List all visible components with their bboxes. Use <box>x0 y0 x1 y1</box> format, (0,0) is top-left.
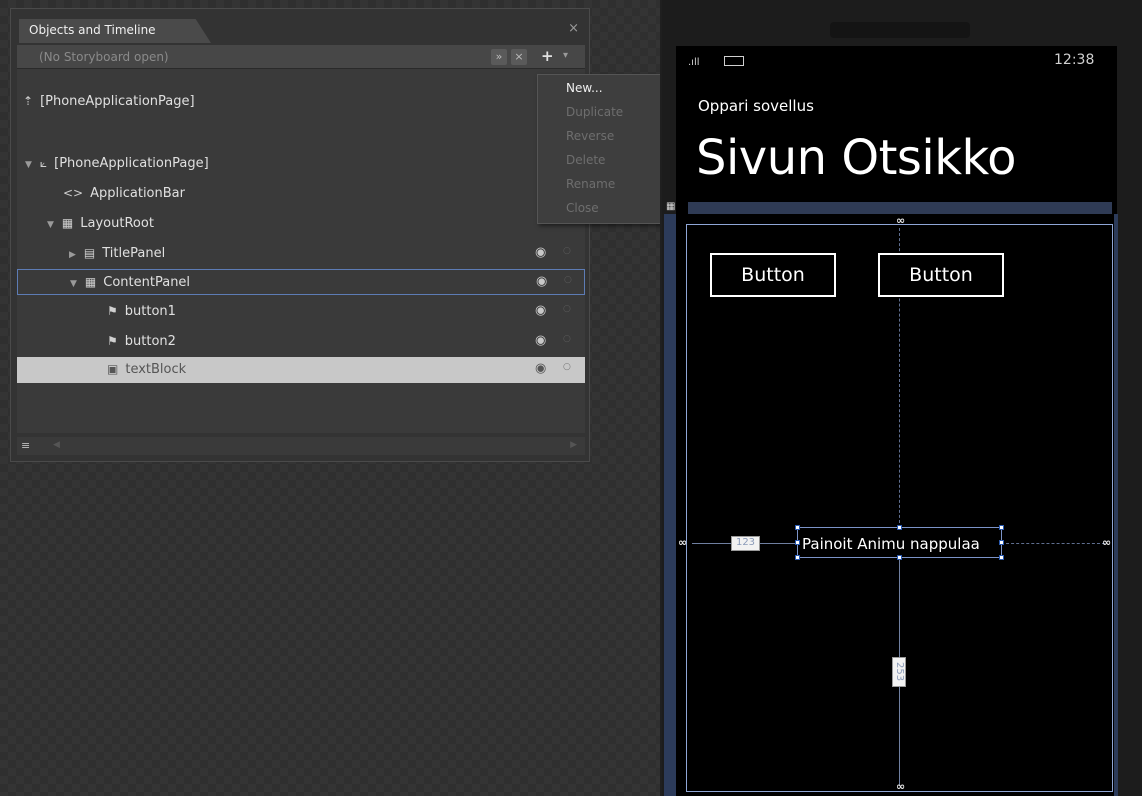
visibility-eye-icon[interactable]: ◉ <box>535 361 546 376</box>
phone-speaker <box>830 22 970 38</box>
bottom-pin-icon[interactable]: ∞ <box>896 780 905 793</box>
expand-arrow-icon[interactable]: ▶ <box>69 250 76 260</box>
scroll-left-icon[interactable]: ◀ <box>53 440 60 450</box>
app-title[interactable]: Oppari sovellus <box>698 97 814 115</box>
menu-item-delete: Delete <box>566 153 606 167</box>
textblock-icon: ▣ <box>107 362 119 376</box>
tree-item-label: textBlock <box>125 362 187 377</box>
visibility-eye-icon[interactable]: ◉ <box>535 303 546 318</box>
tree-item-layoutroot[interactable]: ▼ ▦ LayoutRoot <box>17 211 585 237</box>
left-margin-value: 123 <box>731 536 760 551</box>
expand-arrow-icon[interactable]: ▼ <box>70 279 77 289</box>
right-pin-icon[interactable]: ∞ <box>1102 536 1111 549</box>
storyboard-bar: (No Storyboard open) » × + ▾ <box>17 45 585 69</box>
panel-tab-objects-timeline[interactable]: Objects and Timeline <box>19 19 211 43</box>
visibility-eye-icon[interactable]: ◉ <box>536 274 547 289</box>
pin-panel-icon[interactable]: ≡ <box>21 439 30 452</box>
tree-item-contentpanel[interactable]: ▼ ▦ ContentPanel ◉ ○ <box>17 269 585 295</box>
objects-timeline-panel: Objects and Timeline × (No Storyboard op… <box>10 8 590 462</box>
page-title[interactable]: Sivun Otsikko <box>696 130 1017 186</box>
status-time: 12:38 <box>1054 52 1095 68</box>
scene-root-label: [PhoneApplicationPage] <box>40 94 195 109</box>
tree-item-textblock[interactable]: ▣ textBlock ◉ ○ <box>17 357 585 383</box>
panel-horizontal-scrollbar[interactable]: ≡ ◀ ▶ <box>17 437 585 455</box>
page-icon: ⟀ <box>39 156 48 170</box>
tree-item-button2[interactable]: ⚑ button2 ◉ ○ <box>17 329 585 355</box>
textblock-selected[interactable]: Painoit Animu nappulaa <box>797 527 1002 558</box>
storyboard-picker[interactable]: (No Storyboard open) <box>39 50 169 64</box>
resize-handle-t[interactable] <box>897 525 902 530</box>
button-icon: ⚑ <box>107 304 118 318</box>
tree-item-label: button1 <box>124 304 176 319</box>
stack-panel-icon: ▤ <box>83 246 96 260</box>
tree-item-phoneapplicationpage[interactable]: ▼ ⟀ [PhoneApplicationPage] <box>17 151 585 177</box>
lock-toggle-icon[interactable]: ○ <box>563 334 571 344</box>
resize-handle-b[interactable] <box>897 555 902 560</box>
resize-handle-br[interactable] <box>999 555 1004 560</box>
menu-item-rename: Rename <box>566 177 616 191</box>
left-pin-icon[interactable]: ∞ <box>678 536 687 549</box>
storyboard-menu-caret-icon[interactable]: ▾ <box>563 50 568 61</box>
resize-handle-tl[interactable] <box>795 525 800 530</box>
visibility-eye-icon[interactable]: ◉ <box>535 333 546 348</box>
scroll-right-icon[interactable]: ▶ <box>570 440 577 450</box>
grid-icon: ▦ <box>84 275 97 289</box>
panel-close-icon[interactable]: × <box>568 21 579 36</box>
menu-item-close: Close <box>566 201 599 215</box>
layout-root-rail[interactable] <box>664 214 676 796</box>
button2[interactable]: Button <box>878 253 1004 297</box>
tree-item-button1[interactable]: ⚑ button1 ◉ ○ <box>17 299 585 325</box>
tree-item-applicationbar[interactable]: <> ApplicationBar <box>17 181 585 207</box>
grid-icon: ▦ <box>61 216 74 230</box>
resize-handle-tr[interactable] <box>999 525 1004 530</box>
visibility-eye-icon[interactable]: ◉ <box>535 245 546 260</box>
lock-toggle-icon[interactable]: ○ <box>563 304 571 314</box>
scope-up-icon[interactable]: ⇡ <box>23 94 33 108</box>
grid-marker-icon[interactable]: ▦ <box>666 201 675 212</box>
tree-item-label: button2 <box>124 334 176 349</box>
resize-handle-bl[interactable] <box>795 555 800 560</box>
tree-item-label: [PhoneApplicationPage] <box>54 156 209 171</box>
lock-toggle-icon[interactable]: ○ <box>564 275 572 285</box>
panel-title: Objects and Timeline <box>29 23 156 37</box>
scene-root-row[interactable]: ⇡ [PhoneApplicationPage] <box>17 89 585 115</box>
tree-item-label: ApplicationBar <box>90 186 185 201</box>
button1[interactable]: Button <box>710 253 836 297</box>
button-icon: ⚑ <box>107 334 118 348</box>
battery-icon <box>724 56 744 66</box>
tree-item-label: LayoutRoot <box>80 216 154 231</box>
top-pin-icon[interactable]: ∞ <box>896 214 905 227</box>
storyboard-expand-icon[interactable]: » <box>491 49 507 65</box>
expand-arrow-icon[interactable]: ▼ <box>47 220 54 230</box>
right-margin-guide <box>1001 543 1105 544</box>
new-storyboard-plus-icon[interactable]: + <box>541 47 554 65</box>
tree-item-label: ContentPanel <box>103 275 191 290</box>
tree-item-label: TitlePanel <box>102 246 166 261</box>
storyboard-close-icon[interactable]: × <box>511 49 527 65</box>
menu-item-duplicate: Duplicate <box>566 105 624 119</box>
resize-handle-r[interactable] <box>999 540 1004 545</box>
expand-arrow-icon[interactable]: ▼ <box>25 160 32 170</box>
lock-toggle-icon[interactable]: ○ <box>563 362 571 372</box>
title-panel-strip[interactable] <box>688 202 1112 214</box>
lock-toggle-icon[interactable]: ○ <box>563 246 571 256</box>
bottom-margin-value: 253 <box>892 657 906 687</box>
menu-item-new[interactable]: New... <box>566 81 603 95</box>
layout-root-rail-right <box>1114 214 1118 796</box>
menu-item-reverse: Reverse <box>566 129 615 143</box>
storyboard-menu: New... Duplicate Reverse Delete Rename Close <box>537 74 663 224</box>
resize-handle-l[interactable] <box>795 540 800 545</box>
signal-icon: .ıll <box>688 57 700 68</box>
panel-body: (No Storyboard open) » × + ▾ ⇡ [PhoneAppl… <box>17 45 585 433</box>
tree-item-titlepanel[interactable]: ▶ ▤ TitlePanel ◉ ○ <box>17 241 585 267</box>
code-brackets-icon: <> <box>63 186 84 200</box>
